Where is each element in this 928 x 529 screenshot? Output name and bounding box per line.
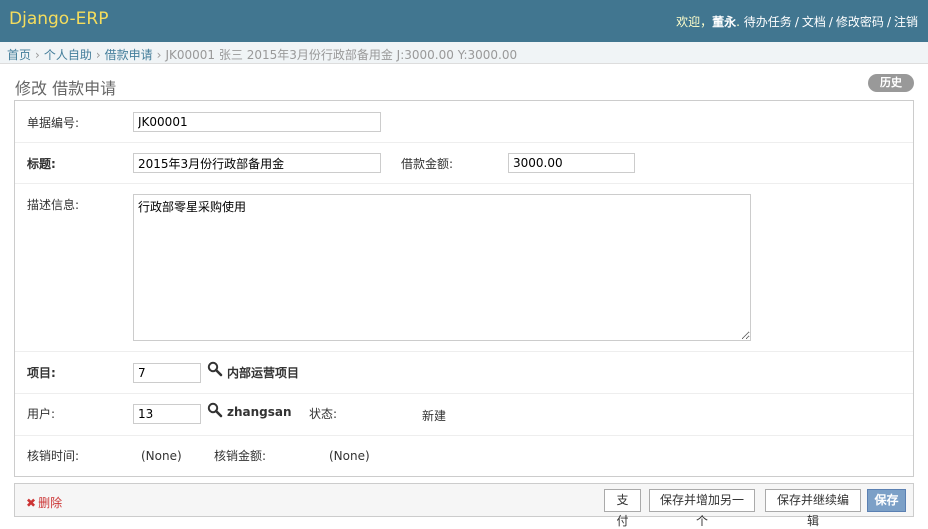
form-row-description: 描述信息: 行政部零星采购使用: [15, 184, 913, 352]
amount-input[interactable]: [508, 153, 635, 173]
welcome-text: 欢迎，: [676, 15, 713, 29]
user-tools: 欢迎，董永. 待办任务 / 文档 / 修改密码 / 注销: [676, 13, 918, 30]
history-button[interactable]: 历史: [868, 74, 914, 92]
breadcrumb: 首页 › 个人自助 › 借款申请 › JK00001 张三 2015年3月份行政部备用金 J…: [0, 42, 928, 64]
brand-title: Django-ERP: [9, 9, 109, 29]
docs-link[interactable]: 文档: [802, 15, 826, 29]
submit-row: ✖ 删除 支付 保存并增加另一个 保存并继续编辑 保存: [14, 483, 914, 528]
delete-label: 删除: [38, 496, 63, 510]
todo-link[interactable]: 待办任务: [744, 15, 792, 29]
breadcrumb-self-service[interactable]: 个人自助: [44, 48, 92, 62]
save-button[interactable]: 保存: [867, 489, 906, 512]
form-row-title: 标题: 借款金额:: [15, 143, 913, 184]
logout-link[interactable]: 注销: [894, 15, 918, 29]
code-input[interactable]: [133, 112, 381, 132]
description-label: 描述信息:: [27, 198, 80, 212]
delete-icon: ✖: [26, 496, 37, 510]
search-icon[interactable]: [207, 402, 223, 418]
breadcrumb-arrow: ›: [95, 48, 101, 62]
breadcrumb-loan-request[interactable]: 借款申请: [105, 48, 153, 62]
user-name: zhangsan: [227, 405, 292, 419]
code-label: 单据编号:: [27, 116, 80, 130]
search-icon[interactable]: [207, 361, 223, 377]
user-id-input[interactable]: [133, 404, 201, 424]
form-row-project: 项目: 内部运营项目: [15, 352, 913, 394]
form-row-code: 单据编号:: [15, 101, 913, 143]
form-row-verify: 核销时间: (None) 核销金额: (None): [15, 436, 913, 476]
save-continue-button[interactable]: 保存并继续编辑: [765, 489, 861, 528]
project-label: 项目:: [27, 366, 56, 380]
separator: /: [794, 15, 799, 29]
separator: /: [828, 15, 833, 29]
breadcrumb-arrow: ›: [156, 48, 162, 62]
save-add-another-button[interactable]: 保存并增加另一个: [649, 489, 755, 528]
project-id-input[interactable]: [133, 363, 201, 383]
header: Django-ERP 欢迎，董永. 待办任务 / 文档 / 修改密码 / 注销: [0, 0, 928, 42]
verify-amount-value: (None): [329, 449, 370, 463]
change-password-link[interactable]: 修改密码: [836, 15, 884, 29]
description-textarea[interactable]: 行政部零星采购使用: [133, 194, 751, 341]
project-name: 内部运营项目: [227, 366, 300, 380]
separator: /: [886, 15, 891, 29]
verify-time-label: 核销时间:: [27, 449, 80, 463]
page-title: 修改 借款申请: [15, 79, 117, 98]
delete-link[interactable]: ✖ 删除: [26, 494, 62, 511]
title-input[interactable]: [133, 153, 381, 173]
breadcrumb-arrow: ›: [35, 48, 40, 62]
status-label: 状态:: [309, 407, 338, 421]
form-row-user: 用户: zhangsan 状态: 新建: [15, 394, 913, 436]
status-value: 新建: [422, 409, 447, 423]
form-fieldset: 单据编号: 标题: 借款金额: 描述信息: 行政部零星采购使用 项目: 内部运营…: [14, 100, 914, 477]
verify-amount-label: 核销金额:: [214, 449, 267, 463]
breadcrumb-home[interactable]: 首页: [7, 48, 31, 62]
pay-button[interactable]: 支付: [604, 489, 641, 528]
user-label: 用户:: [27, 407, 56, 421]
dot: .: [736, 15, 740, 29]
title-label: 标题:: [27, 157, 56, 171]
amount-label: 借款金额:: [401, 157, 454, 171]
verify-time-value: (None): [141, 449, 182, 463]
username: 董永: [712, 15, 737, 29]
breadcrumb-current: JK00001 张三 2015年3月份行政部备用金 J:3000.00 Y:30…: [165, 48, 518, 62]
